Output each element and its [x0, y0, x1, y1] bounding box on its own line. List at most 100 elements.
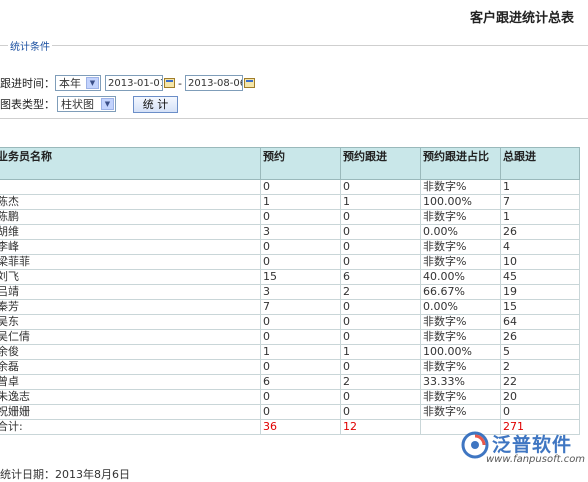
- cell-salesperson: 刘飞: [0, 269, 261, 285]
- cell-salesperson: [0, 179, 261, 195]
- calendar-icon[interactable]: [164, 78, 175, 88]
- cell-followup-ratio: 0.00%: [420, 224, 501, 240]
- cell-appointments: 0: [260, 389, 341, 405]
- cell-salesperson: 曾卓: [0, 374, 261, 390]
- cell-appointments: 1: [260, 344, 341, 360]
- table-row: 余磊 0 0 非数字% 2: [0, 359, 580, 375]
- col-header-appointment-followups: 预约跟进: [340, 147, 421, 180]
- cell-followup-ratio: 33.33%: [420, 374, 501, 390]
- cell-total-followups: 0: [500, 404, 580, 420]
- cell-followup-ratio: 非数字%: [420, 329, 501, 345]
- cell-salesperson: 李峰: [0, 239, 261, 255]
- cell-appointments: 0: [260, 359, 341, 375]
- cell-appointment-followups: 0: [340, 299, 421, 315]
- stat-date: 统计日期：2013年8月6日: [0, 468, 130, 481]
- cell-followup-ratio: 40.00%: [420, 269, 501, 285]
- cell-total-followups: 15: [500, 299, 580, 315]
- cell-salesperson: 胡维: [0, 224, 261, 240]
- table-row: 李峰 0 0 非数字% 4: [0, 239, 580, 255]
- period-select[interactable]: 本年 ▼: [55, 75, 101, 91]
- cell-total-followups: 26: [500, 224, 580, 240]
- table-row: 吕靖 3 2 66.67% 19: [0, 284, 580, 300]
- table-row: 梁菲菲 0 0 非数字% 10: [0, 254, 580, 270]
- cell-appointment-followups: 2: [340, 374, 421, 390]
- table-body: 0 0 非数字% 1 陈杰 1 1 100.00% 7 陈鹏 0 0 非数字% 1 胡维 3 0 0.00% 26 李…: [0, 179, 580, 435]
- cell-appointments: 0: [260, 314, 341, 330]
- col-header-followup-ratio: 预约跟进占比: [420, 147, 501, 180]
- page-title: 客户跟进统计总表: [469, 11, 574, 26]
- total-appointments: 36: [260, 419, 341, 435]
- cell-appointment-followups: 0: [340, 404, 421, 420]
- cell-appointment-followups: 0: [340, 224, 421, 240]
- filter-legend: 统计条件: [8, 38, 52, 53]
- cell-salesperson: 陈鹏: [0, 209, 261, 225]
- cell-total-followups: 19: [500, 284, 580, 300]
- cell-followup-ratio: 非数字%: [420, 314, 501, 330]
- cell-appointment-followups: 0: [340, 359, 421, 375]
- brand-url: www.fanpusoft.com: [486, 454, 586, 465]
- cell-total-followups: 1: [500, 179, 580, 195]
- chevron-down-icon[interactable]: ▼: [86, 77, 99, 89]
- date-from-input[interactable]: 2013-01-01: [105, 75, 163, 91]
- cell-appointment-followups: 6: [340, 269, 421, 285]
- cell-total-followups: 4: [500, 239, 580, 255]
- cell-followup-ratio: 0.00%: [420, 299, 501, 315]
- cell-total-followups: 20: [500, 389, 580, 405]
- cell-total-followups: 22: [500, 374, 580, 390]
- cell-followup-ratio: 非数字%: [420, 179, 501, 195]
- submit-button[interactable]: 统 计: [133, 95, 178, 113]
- chevron-down-icon[interactable]: ▼: [101, 98, 114, 110]
- table-row: 0 0 非数字% 1: [0, 179, 580, 195]
- cell-total-followups: 2: [500, 359, 580, 375]
- table-row: 祝姗姗 0 0 非数字% 0: [0, 404, 580, 420]
- cell-followup-ratio: 非数字%: [420, 359, 501, 375]
- cell-salesperson: 吕靖: [0, 284, 261, 300]
- cell-total-followups: 5: [500, 344, 580, 360]
- cell-appointment-followups: 0: [340, 254, 421, 270]
- chart-type-label: 图表类型：: [0, 98, 55, 111]
- table-row: 吴仁倩 0 0 非数字% 26: [0, 329, 580, 345]
- cell-followup-ratio: 100.00%: [420, 194, 501, 210]
- col-header-total-followups: 总跟进: [500, 147, 580, 180]
- cell-total-followups: 26: [500, 329, 580, 345]
- date-to-input[interactable]: 2013-08-06: [184, 75, 243, 91]
- cell-salesperson: 秦芳: [0, 299, 261, 315]
- cell-appointments: 1: [260, 194, 341, 210]
- cell-appointments: 0: [260, 209, 341, 225]
- cell-appointments: 3: [260, 224, 341, 240]
- cell-appointment-followups: 2: [340, 284, 421, 300]
- cell-followup-ratio: 100.00%: [420, 344, 501, 360]
- chart-type-select[interactable]: 柱状图 ▼: [57, 96, 116, 112]
- cell-appointment-followups: 0: [340, 239, 421, 255]
- filter-row-chart: 图表类型： 柱状图 ▼ 统 计: [0, 95, 178, 113]
- total-label: 合计:: [0, 419, 261, 435]
- cell-appointments: 15: [260, 269, 341, 285]
- col-header-salesperson: 业务员名称: [0, 147, 261, 180]
- cell-followup-ratio: 66.67%: [420, 284, 501, 300]
- calendar-icon[interactable]: [243, 78, 255, 88]
- cell-appointments: 7: [260, 299, 341, 315]
- cell-appointments: 0: [260, 179, 341, 195]
- cell-salesperson: 余俊: [0, 344, 261, 360]
- filter-row-time: 跟进时间： 本年 ▼ 2013-01-01 - 2013-08-06: [0, 74, 255, 92]
- cell-followup-ratio: 非数字%: [420, 404, 501, 420]
- cell-appointment-followups: 0: [340, 209, 421, 225]
- cell-total-followups: 64: [500, 314, 580, 330]
- cell-total-followups: 45: [500, 269, 580, 285]
- cell-followup-ratio: 非数字%: [420, 239, 501, 255]
- table-header-row: 业务员名称 预约 预约跟进 预约跟进占比 总跟进: [0, 147, 580, 180]
- cell-followup-ratio: 非数字%: [420, 389, 501, 405]
- cell-appointments: 3: [260, 284, 341, 300]
- table-row: 秦芳 7 0 0.00% 15: [0, 299, 580, 315]
- cell-appointment-followups: 0: [340, 179, 421, 195]
- cell-salesperson: 陈杰: [0, 194, 261, 210]
- cell-salesperson: 吴东: [0, 314, 261, 330]
- time-label: 跟进时间：: [0, 77, 55, 90]
- brand-watermark: 泛普软件 www.fanpusoft.com: [458, 430, 586, 470]
- cell-salesperson: 梁菲菲: [0, 254, 261, 270]
- table-row: 余俊 1 1 100.00% 5: [0, 344, 580, 360]
- cell-total-followups: 7: [500, 194, 580, 210]
- cell-salesperson: 吴仁倩: [0, 329, 261, 345]
- cell-appointment-followups: 1: [340, 194, 421, 210]
- cell-appointments: 0: [260, 404, 341, 420]
